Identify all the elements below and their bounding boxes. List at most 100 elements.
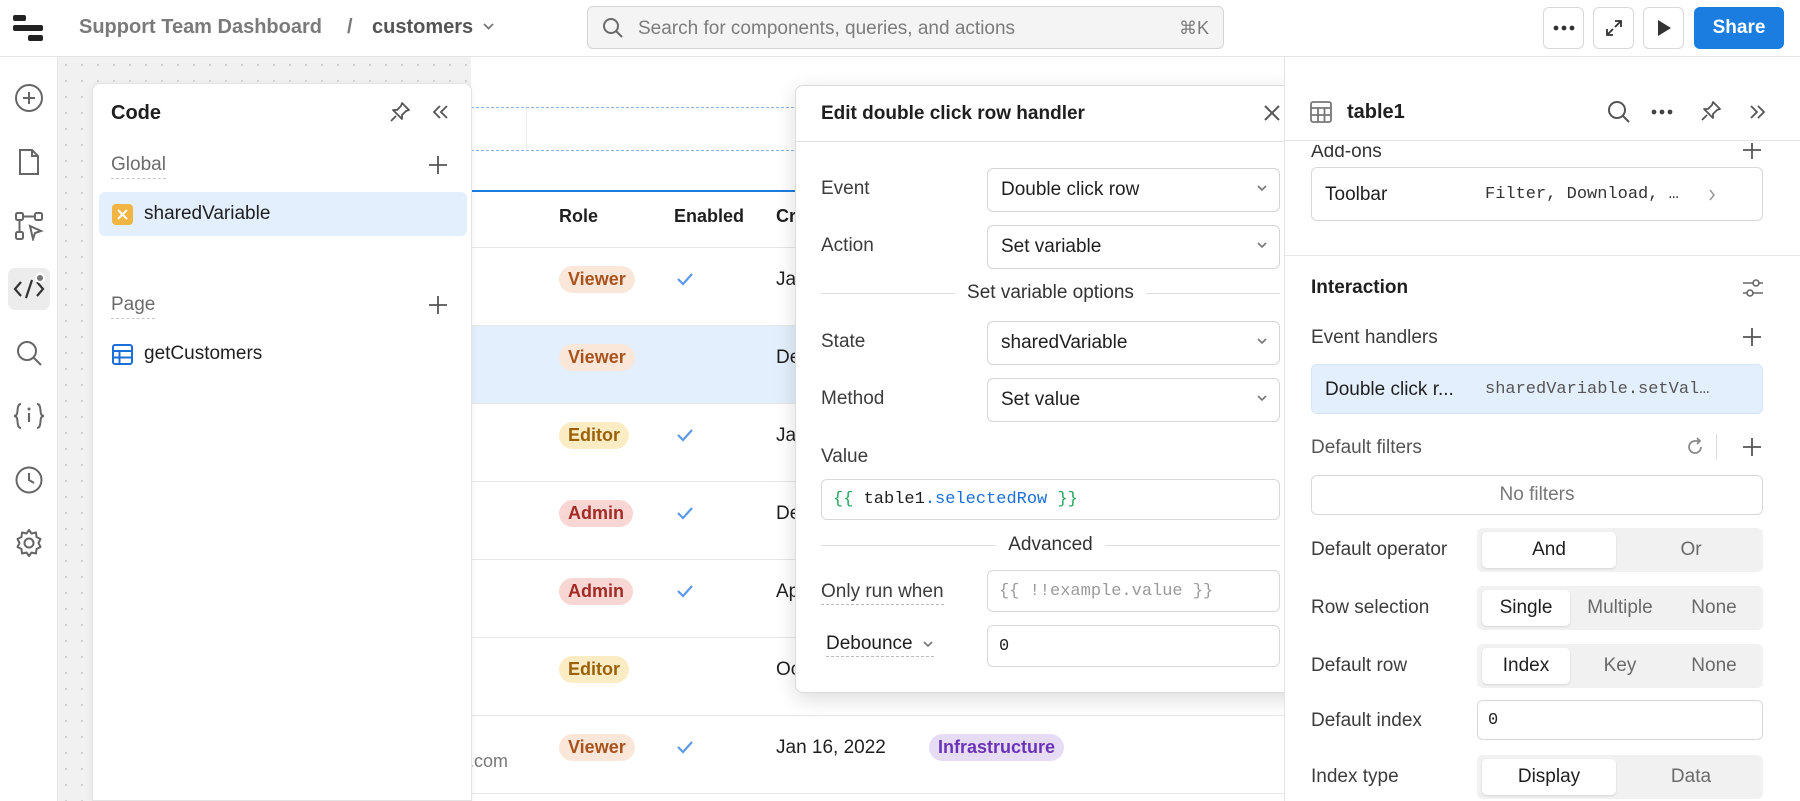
expand-button[interactable] [1593,7,1634,49]
role-badge: Viewer [559,734,635,761]
more-horizontal-icon[interactable] [1651,109,1673,115]
row-selection-label: Row selection [1311,597,1430,618]
share-button[interactable]: Share [1694,7,1784,49]
email-cell-fragment: .com [469,751,509,771]
app-name-breadcrumb[interactable]: Support Team Dashboard [79,16,322,39]
retool-logo-icon[interactable] [13,15,43,41]
chevron-down-icon [923,641,933,648]
options-divider: Set variable options [821,282,1280,304]
index-type-toggle: Display Data [1477,755,1763,799]
page-item-getcustomers[interactable]: getCustomers [99,332,467,376]
debounce-dropdown[interactable]: Debounce [826,633,934,657]
advanced-divider-label: Advanced [996,534,1105,555]
pages-icon[interactable] [8,141,50,183]
search-shortcut: ⌘K [1178,18,1209,38]
addons-label: Add-ons [1311,141,1382,162]
checkmark-icon [677,585,693,598]
action-select[interactable]: Set variable [987,225,1280,269]
default-row-key-option[interactable]: Key [1574,648,1666,684]
expand-icon [1605,20,1622,36]
default-operator-label: Default operator [1311,539,1448,560]
default-row-toggle: Index Key None [1477,644,1763,688]
event-label: Event [821,178,870,199]
history-icon[interactable] [8,459,50,501]
pin-icon[interactable] [388,100,412,124]
index-type-display-option[interactable]: Display [1482,759,1616,795]
modal-title: Edit double click row handler [821,103,1085,124]
action-label: Action [821,235,874,256]
workflow-icon[interactable] [8,205,50,247]
event-handler-modal: Edit double click row handler Event Doub… [795,85,1305,693]
inspector-header: table1 [1285,57,1800,141]
default-index-input[interactable]: 0 [1477,700,1763,740]
event-handler-item[interactable]: Double click r... sharedVariable.setVal… [1311,364,1763,414]
chevron-down-icon [1257,338,1267,345]
add-filter-icon[interactable] [1742,437,1762,457]
inspector-panel: table1 Add-ons Toolbar Filter, Download,… [1284,57,1800,801]
sliders-icon[interactable] [1742,277,1764,299]
modal-header-divider [796,141,1304,142]
value-object: table1 [863,490,925,509]
column-header-role[interactable]: Role [559,206,598,227]
page-chevron-down-icon[interactable] [482,22,495,31]
no-filters-box: No filters [1311,475,1763,515]
toolbar-addon-row[interactable]: Toolbar Filter, Download, … [1311,167,1763,221]
global-section-label: Global [111,154,166,179]
toolbar-label: Toolbar [1325,184,1388,205]
search-rail-icon[interactable] [8,332,50,374]
value-open-braces: {{ [833,490,854,509]
row-selection-multiple-option[interactable]: Multiple [1574,590,1666,626]
column-header-enabled[interactable]: Enabled [674,206,744,227]
reset-filters-icon[interactable] [1684,436,1706,458]
settings-gear-icon[interactable] [8,522,50,564]
chevron-down-icon [1257,185,1267,192]
preview-button[interactable] [1643,7,1684,49]
section-divider [1285,255,1800,256]
close-icon[interactable] [1263,104,1281,122]
code-panel: Code Global sharedVariable Page getCusto… [92,83,472,801]
value-code-input[interactable]: {{ table1.selectedRow }} [821,479,1280,520]
checkmark-icon [677,507,693,520]
notification-dot [35,273,45,283]
method-select[interactable]: Set value [987,378,1280,422]
row-selection-none-option[interactable]: None [1670,590,1758,626]
code-panel-title: Code [111,102,161,124]
column-header-created[interactable]: Cr [776,206,796,227]
default-row-none-option[interactable]: None [1670,648,1758,684]
event-select[interactable]: Double click row [987,168,1280,212]
collapse-inspector-icon[interactable] [1747,102,1767,122]
add-page-query-icon[interactable] [428,295,448,315]
created-cell: Ja [776,269,797,290]
operator-or-option[interactable]: Or [1624,532,1758,568]
role-badge: Editor [559,422,629,449]
search-input[interactable]: Search for components, queries, and acti… [587,6,1224,49]
add-global-icon[interactable] [428,155,448,175]
state-icon[interactable] [8,395,50,437]
more-options-button[interactable] [1543,7,1584,49]
global-item-sharedvariable[interactable]: sharedVariable [99,192,467,236]
code-icon[interactable] [8,268,50,310]
pin-icon[interactable] [1699,99,1723,123]
value-label: Value [821,446,869,467]
add-event-handler-icon[interactable] [1742,327,1762,347]
row-selection-single-option[interactable]: Single [1482,590,1570,626]
only-run-when-input[interactable]: {{ !!example.value }} [987,570,1280,612]
collapse-panel-icon[interactable] [430,102,450,122]
inspector-search-icon[interactable] [1607,100,1631,124]
add-addon-icon[interactable] [1742,143,1762,159]
default-row-index-option[interactable]: Index [1482,648,1570,684]
table-query-icon [112,344,133,365]
options-divider-label: Set variable options [955,282,1146,303]
index-type-label: Index type [1311,766,1399,787]
state-select[interactable]: sharedVariable [987,321,1280,365]
search-icon [602,17,624,39]
index-type-data-option[interactable]: Data [1624,759,1758,795]
operator-and-option[interactable]: And [1482,532,1616,568]
checkmark-icon [677,273,693,286]
method-select-value: Set value [1001,389,1081,410]
debounce-input[interactable]: 0 [987,625,1280,667]
page-name-breadcrumb[interactable]: customers [372,16,473,39]
add-component-icon[interactable] [8,77,50,119]
component-name[interactable]: table1 [1347,101,1405,124]
search-placeholder: Search for components, queries, and acti… [638,18,1016,39]
